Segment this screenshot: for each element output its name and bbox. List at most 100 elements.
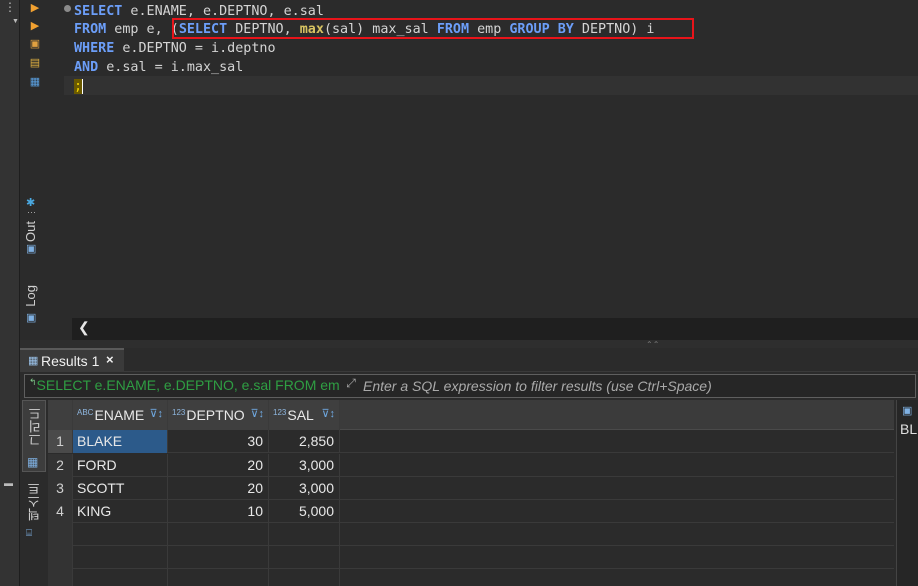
sql-token: e.sal = i.max_sal xyxy=(98,60,244,75)
minimize-icon[interactable]: ▬ xyxy=(4,478,13,488)
results-tab-label: Results 1 xyxy=(41,353,100,369)
empty-cell xyxy=(269,523,340,546)
filter-input[interactable] xyxy=(363,375,915,397)
sql-keyword: WHERE xyxy=(74,41,115,56)
right-side-panel[interactable]: ▣ BL xyxy=(896,400,918,586)
row-number xyxy=(48,569,73,586)
cell-sal[interactable]: 3,000 xyxy=(269,454,340,477)
editor-horizontal-scrollbar[interactable]: ❮ xyxy=(72,318,918,340)
results-view-switcher: 그리드 ▦ 텍스트 ⌸ xyxy=(22,400,46,586)
row-number xyxy=(48,523,73,546)
empty-cell xyxy=(168,569,269,586)
code-line-4: AND e.sal = i.max_sal xyxy=(74,58,243,77)
column-name: DEPTNO xyxy=(186,407,245,423)
sort-filter-icon[interactable]: ⊽↕ xyxy=(250,400,264,429)
dots-icon: ⋯ xyxy=(27,207,36,217)
row-number-header[interactable] xyxy=(48,400,73,430)
sql-editor[interactable]: SELECT e.ENAME, e.DEPTNO, e.sal FROM emp… xyxy=(64,0,918,318)
log-tab-label: Log xyxy=(23,285,38,307)
cell-ename[interactable]: SCOTT xyxy=(73,477,168,500)
empty-cell xyxy=(73,546,168,569)
cell-sal[interactable]: 5,000 xyxy=(269,500,340,523)
close-icon[interactable]: × xyxy=(106,352,114,367)
sql-token: e.ENAME, e.DEPTNO, e.sal xyxy=(122,4,324,19)
right-panel-label: BL xyxy=(900,421,918,437)
tab-text-view[interactable]: 텍스트 ⌸ xyxy=(22,480,46,550)
editor-ruler: ▶ ▶ ▣ ▤ ▦ ✱ ⋯ Out ▣ Log ▣ xyxy=(20,0,64,340)
empty-row xyxy=(48,569,894,586)
grid-header-row: ABCENAME ⊽↕ 123DEPTNO ⊽↕ 123SAL ⊽↕ xyxy=(48,400,894,430)
current-line-highlight xyxy=(64,76,918,95)
cell-deptno[interactable]: 20 xyxy=(168,477,269,500)
sql-token: e.DEPTNO = i.deptno xyxy=(114,41,276,56)
tab-results-1[interactable]: ▦ Results 1 × xyxy=(20,348,124,372)
explain-plan-icon[interactable]: ▤ xyxy=(29,57,41,69)
output-tab-label: Out xyxy=(23,221,38,242)
results-grid[interactable]: ABCENAME ⊽↕ 123DEPTNO ⊽↕ 123SAL ⊽↕ 1 BLA… xyxy=(48,400,894,586)
row-number[interactable]: 3 xyxy=(48,477,73,500)
grid-tab-label: 그리드 xyxy=(28,407,43,446)
empty-cell xyxy=(73,523,168,546)
sort-filter-icon[interactable]: ⊽↕ xyxy=(149,400,163,429)
column-header-deptno[interactable]: 123DEPTNO ⊽↕ xyxy=(168,400,269,430)
sort-filter-icon[interactable]: ⊽↕ xyxy=(321,400,335,429)
log-panel-tab[interactable]: Log ▣ xyxy=(23,285,43,324)
log-panel-icon: ▣ xyxy=(26,311,37,324)
cell-ename[interactable]: BLAKE xyxy=(73,430,168,453)
table-row[interactable]: 4 KING 10 5,000 xyxy=(48,500,894,523)
column-header-ename[interactable]: ABCENAME ⊽↕ xyxy=(73,400,168,430)
scroll-left-icon[interactable]: ❮ xyxy=(78,319,90,336)
empty-cell xyxy=(269,569,340,586)
output-panel-icon: ▣ xyxy=(26,242,37,255)
output-panel-tab[interactable]: ✱ ⋯ Out ▣ xyxy=(23,196,43,255)
grid-icon: ▦ xyxy=(27,455,39,469)
cell-ename[interactable]: FORD xyxy=(73,454,168,477)
row-number[interactable]: 4 xyxy=(48,500,73,523)
text-icon: ⌸ xyxy=(26,528,32,539)
history-icon[interactable]: ▦ xyxy=(29,76,41,88)
code-line-3: WHERE e.DEPTNO = i.deptno xyxy=(74,39,276,58)
table-icon: ▦ xyxy=(28,355,39,367)
column-name: SAL xyxy=(287,407,314,423)
cell-sal[interactable]: 2,850 xyxy=(269,430,340,453)
expand-query-icon[interactable]: ⤢ xyxy=(343,376,359,394)
text-tab-label: 텍스트 xyxy=(27,482,42,521)
cell-deptno[interactable]: 30 xyxy=(168,430,269,453)
cell-deptno[interactable]: 10 xyxy=(168,500,269,523)
execute-in-new-tab-icon[interactable]: ▶ xyxy=(29,20,41,32)
statement-marker-icon xyxy=(64,5,71,12)
results-tabbar: ▦ Results 1 × xyxy=(20,348,918,372)
empty-row xyxy=(48,523,894,546)
sql-keyword: AND xyxy=(74,60,99,75)
panels-icon[interactable]: ▣ xyxy=(902,404,912,417)
chevron-down-icon[interactable]: ▼ xyxy=(12,18,19,25)
panel-splitter[interactable]: ⌃⌃ xyxy=(20,340,918,349)
empty-cell xyxy=(73,569,168,586)
query-icon: ↰ xyxy=(29,377,37,387)
sql-keyword: SELECT xyxy=(74,4,123,19)
row-number[interactable]: 2 xyxy=(48,454,73,477)
cell-deptno[interactable]: 20 xyxy=(168,454,269,477)
sql-token: emp e, xyxy=(106,22,171,37)
row-number[interactable]: 1 xyxy=(48,430,73,453)
table-row[interactable]: 1 BLAKE 30 2,850 xyxy=(48,430,894,453)
column-header-sal[interactable]: 123SAL ⊽↕ xyxy=(269,400,340,430)
subquery-highlight-box xyxy=(172,18,694,39)
sql-token: ; xyxy=(74,79,83,94)
results-filter-bar: ↰SELECT e.ENAME, e.DEPTNO, e.sal FROM em… xyxy=(24,374,916,398)
cell-sal[interactable]: 3,000 xyxy=(269,477,340,500)
empty-cell xyxy=(269,546,340,569)
cell-ename[interactable]: KING xyxy=(73,500,168,523)
filter-query-text: SELECT e.ENAME, e.DEPTNO, e.sal FROM em xyxy=(36,377,340,393)
table-row[interactable]: 2 FORD 20 3,000 xyxy=(48,454,894,477)
more-vertical-icon[interactable]: ⋮ xyxy=(4,1,16,13)
text-caret xyxy=(82,78,84,94)
tab-grid-view[interactable]: 그리드 ▦ xyxy=(22,400,46,472)
execute-script-icon[interactable]: ▣ xyxy=(29,38,41,50)
sql-keyword: FROM xyxy=(74,22,107,37)
filter-query-preview[interactable]: ↰SELECT e.ENAME, e.DEPTNO, e.sal FROM em xyxy=(29,377,343,395)
empty-row xyxy=(48,546,894,569)
left-strip: ⋮ ▼ ▬ xyxy=(0,0,20,586)
table-row[interactable]: 3 SCOTT 20 3,000 xyxy=(48,477,894,500)
execute-statement-icon[interactable]: ▶ xyxy=(29,2,41,14)
